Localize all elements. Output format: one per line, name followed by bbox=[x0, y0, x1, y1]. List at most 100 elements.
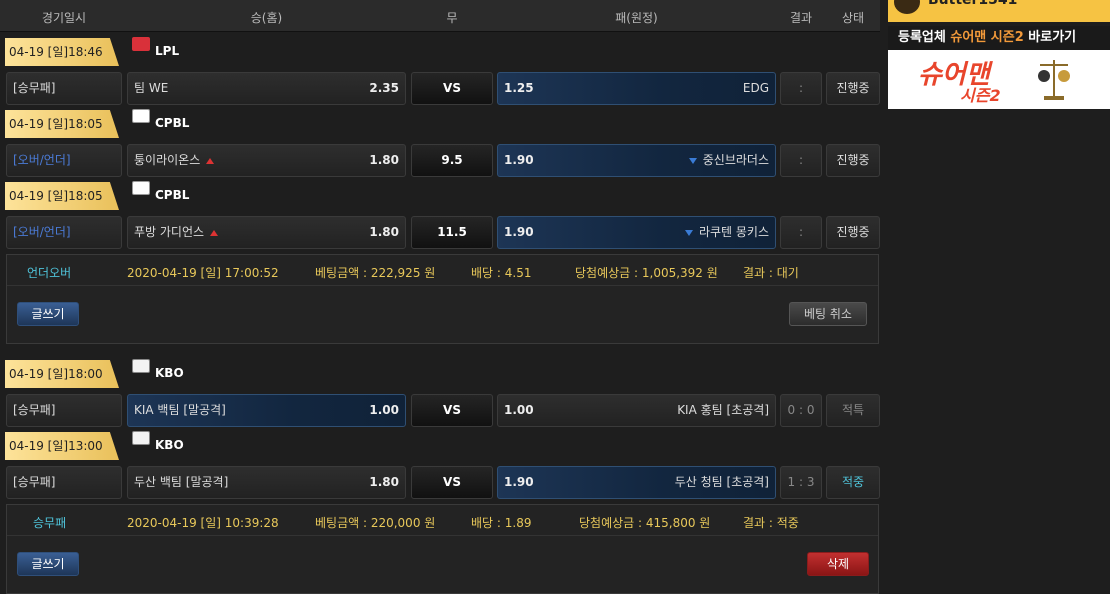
away-odds: 1.25 bbox=[504, 81, 534, 95]
bet-type: [승무패] bbox=[6, 394, 122, 427]
draw-pick[interactable]: VS bbox=[411, 72, 493, 105]
line-value[interactable]: 11.5 bbox=[411, 216, 493, 249]
sureman-banner[interactable]: 슈어맨 시즌2 bbox=[888, 50, 1110, 109]
header-date: 경기일시 bbox=[41, 11, 87, 25]
summary-line: 승무패 2020-04-19 [일] 10:39:28 베팅금액 : 220,0… bbox=[7, 505, 878, 536]
write-post-button[interactable]: 글쓰기 bbox=[17, 552, 79, 576]
away-team: KIA 홍팀 [초공격] bbox=[677, 403, 769, 417]
league-name: LPL bbox=[155, 44, 180, 58]
bet-history-panel: 경기일시 승(홈) 무 패(원정) 결과 상태 04-19 [일]18:46 L… bbox=[0, 0, 884, 594]
summary-bet-amount: 베팅금액 : 222,925 원 bbox=[315, 266, 436, 280]
summary-line: 언더오버 2020-04-19 [일] 17:00:52 베팅금액 : 222,… bbox=[7, 255, 878, 286]
summary-kind: 승무패 bbox=[33, 516, 67, 530]
match-row: [승무패] KIA 백팀 [말공격] 1.00 VS 1.00 KIA 홍팀 [초공… bbox=[0, 394, 884, 430]
summary-datetime: 2020-04-19 [일] 10:39:28 bbox=[127, 516, 279, 530]
away-team: 두산 청팀 [초공격] bbox=[674, 475, 769, 489]
away-odds: 1.90 bbox=[504, 153, 534, 167]
home-pick[interactable]: 두산 백팀 [말공격] 1.80 bbox=[127, 466, 406, 499]
delete-button[interactable]: 삭제 bbox=[807, 552, 869, 576]
home-team: 두산 백팀 [말공격] bbox=[134, 475, 229, 489]
home-team: 퉁이라이온스 bbox=[134, 153, 201, 167]
kakao-talk-icon bbox=[894, 0, 920, 14]
status-badge: 진행중 bbox=[826, 216, 880, 249]
home-odds: 1.80 bbox=[369, 475, 399, 489]
bet-type: [오버/언더] bbox=[6, 144, 122, 177]
home-pick[interactable]: 푸방 가디언스 1.80 bbox=[127, 216, 406, 249]
sidebar: Butter1541 등록업체 슈어맨 시즌2 바로가기 슈어맨 시즌2 bbox=[888, 0, 1110, 591]
away-team: 중신브라더스 bbox=[702, 153, 769, 167]
summary-datetime: 2020-04-19 [일] 17:00:52 bbox=[127, 266, 279, 280]
match-row: [승무패] 두산 백팀 [말공격] 1.80 VS 1.90 두산 청팀 [초공격]… bbox=[0, 466, 884, 502]
home-team: 푸방 가디언스 bbox=[134, 225, 205, 239]
status-badge: 진행중 bbox=[826, 144, 880, 177]
league-name: CPBL bbox=[155, 116, 190, 130]
summary-expected: 당첨예상금 : 1,005,392 원 bbox=[575, 266, 718, 280]
draw-pick[interactable]: VS bbox=[411, 394, 493, 427]
banner-sub: 시즌2 bbox=[960, 86, 1001, 105]
summary-rate: 배당 : 1.89 bbox=[471, 516, 532, 530]
status-badge: 진행중 bbox=[826, 72, 880, 105]
home-pick[interactable]: KIA 백팀 [말공격] 1.00 bbox=[127, 394, 406, 427]
header-result: 결과 bbox=[789, 11, 813, 25]
cancel-bet-button[interactable]: 베팅 취소 bbox=[789, 302, 867, 326]
match-score: 0 : 0 bbox=[780, 394, 822, 427]
cpbl-logo-icon bbox=[132, 181, 150, 195]
home-odds: 1.00 bbox=[369, 403, 399, 417]
register-go: 바로가기 bbox=[1028, 30, 1077, 45]
match-time: 04-19 [일]18:05 bbox=[5, 110, 119, 138]
kbo-logo-icon bbox=[132, 431, 150, 445]
away-pick[interactable]: 1.90 중신브라더스 bbox=[497, 144, 776, 177]
home-odds: 2.35 bbox=[369, 81, 399, 95]
away-pick[interactable]: 1.90 두산 청팀 [초공격] bbox=[497, 466, 776, 499]
header-home: 승(홈) bbox=[250, 11, 283, 25]
match-header: 04-19 [일]18:05 CPBL bbox=[0, 108, 884, 144]
home-pick[interactable]: 팀 WE 2.35 bbox=[127, 72, 406, 105]
kakao-banner[interactable]: Butter1541 bbox=[888, 0, 1110, 22]
away-team: 라쿠텐 몽키스 bbox=[698, 225, 769, 239]
summary-result: 결과 : 적중 bbox=[743, 516, 799, 530]
league-name: CPBL bbox=[155, 188, 190, 202]
home-pick[interactable]: 퉁이라이온스 1.80 bbox=[127, 144, 406, 177]
match-score: : bbox=[780, 72, 822, 105]
away-odds: 1.90 bbox=[504, 475, 534, 489]
match-header: 04-19 [일]18:05 CPBL bbox=[0, 180, 884, 216]
match-score: : bbox=[780, 144, 822, 177]
arrow-down-icon bbox=[684, 229, 693, 236]
home-team: 팀 WE bbox=[134, 81, 169, 95]
kbo-logo-icon bbox=[132, 359, 150, 373]
away-team: EDG bbox=[742, 81, 769, 95]
home-odds: 1.80 bbox=[369, 225, 399, 239]
bet-type: [승무패] bbox=[6, 72, 122, 105]
line-value[interactable]: 9.5 bbox=[411, 144, 493, 177]
match-score: 1 : 3 bbox=[780, 466, 822, 499]
header-away: 패(원정) bbox=[615, 11, 658, 25]
home-odds: 1.80 bbox=[369, 153, 399, 167]
arrow-down-icon bbox=[688, 157, 697, 164]
register-link[interactable]: 등록업체 슈어맨 시즌2 바로가기 bbox=[888, 26, 1110, 50]
write-post-button[interactable]: 글쓰기 bbox=[17, 302, 79, 326]
register-highlight: 슈어맨 시즌2 bbox=[950, 30, 1024, 45]
summary-kind: 언더오버 bbox=[27, 266, 72, 280]
match-time: 04-19 [일]18:00 bbox=[5, 360, 119, 388]
away-odds: 1.90 bbox=[504, 225, 534, 239]
draw-pick[interactable]: VS bbox=[411, 466, 493, 499]
header-status: 상태 bbox=[841, 11, 865, 25]
scale-icon bbox=[1038, 60, 1070, 100]
header-draw: 무 bbox=[446, 11, 458, 25]
match-header: 04-19 [일]18:46 LPL bbox=[0, 36, 884, 72]
league-name: KBO bbox=[155, 366, 184, 380]
match-time: 04-19 [일]18:05 bbox=[5, 182, 119, 210]
status-badge: 적중 bbox=[826, 466, 880, 499]
away-pick[interactable]: 1.90 라쿠텐 몽키스 bbox=[497, 216, 776, 249]
match-score: : bbox=[780, 216, 822, 249]
status-badge: 적특 bbox=[826, 394, 880, 427]
bet-summary: 언더오버 2020-04-19 [일] 17:00:52 베팅금액 : 222,… bbox=[6, 254, 879, 344]
match-row: [오버/언더] 퉁이라이온스 1.80 9.5 1.90 중신브라더스 : 진행중 bbox=[0, 144, 884, 180]
away-pick[interactable]: 1.00 KIA 홍팀 [초공격] bbox=[497, 394, 776, 427]
match-header: 04-19 [일]18:00 KBO bbox=[0, 358, 884, 394]
summary-result: 결과 : 대기 bbox=[743, 266, 799, 280]
match-row: [오버/언더] 푸방 가디언스 1.80 11.5 1.90 라쿠텐 몽키스 : 진… bbox=[0, 216, 884, 252]
cpbl-logo-icon bbox=[132, 109, 150, 123]
away-pick[interactable]: 1.25 EDG bbox=[497, 72, 776, 105]
match-time: 04-19 [일]18:46 bbox=[5, 38, 119, 66]
